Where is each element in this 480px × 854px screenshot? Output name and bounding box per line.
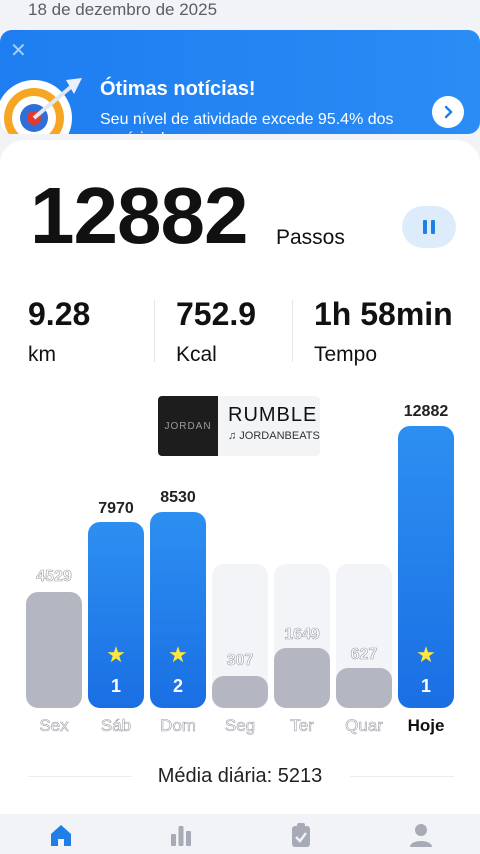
calories-stat: 752.9 Kcal	[176, 296, 256, 367]
bar-value-ter: 1649	[284, 626, 320, 644]
day-label-ter[interactable]: Ter	[274, 716, 330, 736]
time-stat: 1h 58min Tempo	[314, 296, 453, 367]
steps-count: 12882	[30, 171, 248, 260]
bar-quar	[336, 668, 392, 708]
day-label-hoje[interactable]: Hoje	[398, 716, 454, 736]
distance-value: 9.28	[28, 296, 91, 332]
date-label: 18 de dezembro de 2025	[28, 0, 218, 19]
stats-icon[interactable]	[166, 820, 196, 850]
pause-icon	[423, 220, 427, 234]
bar-value-sex: 4529	[36, 568, 72, 586]
day-label-quar[interactable]: Quar	[336, 716, 392, 736]
bar-value-dom: 8530	[160, 489, 196, 506]
star-count-sab: 1	[110, 676, 121, 696]
divider	[154, 300, 155, 362]
day-label-dom[interactable]: Dom	[150, 716, 206, 736]
day-label-sab[interactable]: Sáb	[88, 716, 144, 736]
music-widget[interactable]: JORDAN RUMBLE ♫ JORDANBEATS	[158, 396, 320, 456]
bar-ter	[274, 648, 330, 708]
banner-text: Seu nível de atividade excede 95.4% dos …	[100, 111, 394, 134]
time-unit: Tempo	[314, 343, 378, 366]
bar-sex	[26, 592, 82, 708]
clipboard-icon[interactable]	[286, 820, 316, 850]
home-icon[interactable]	[46, 820, 76, 850]
calories-unit: Kcal	[176, 343, 217, 366]
daily-average: Média diária: 5213	[157, 765, 323, 787]
album-cover: JORDAN	[158, 396, 218, 456]
pause-icon	[431, 220, 435, 234]
banner-title: Ótimas notícias!	[100, 78, 256, 100]
time-value: 1h 58min	[314, 296, 453, 332]
close-icon[interactable]: ✕	[10, 38, 27, 63]
bar-value-quar: 627	[350, 646, 378, 664]
star-icon: ★	[416, 642, 436, 667]
pause-button[interactable]	[402, 206, 456, 248]
distance-stat: 9.28 km	[28, 296, 90, 367]
steps-unit: Passos	[276, 226, 345, 249]
track-artist: ♫ JORDANBEATS	[228, 430, 320, 442]
distance-unit: km	[28, 343, 56, 366]
target-icon	[0, 78, 82, 134]
bar-value-seg: 307	[226, 652, 254, 670]
day-label-sex[interactable]: Sex	[26, 716, 82, 736]
track-title: RUMBLE	[228, 404, 318, 426]
profile-icon[interactable]	[406, 820, 436, 850]
star-count-hoje: 1	[420, 676, 431, 696]
bar-seg	[212, 676, 268, 708]
star-icon: ★	[168, 642, 188, 667]
chevron-right-icon[interactable]	[432, 96, 464, 128]
achievement-banner[interactable]: ✕ Ótimas notícias! Seu nível de atividad…	[0, 30, 480, 134]
bar-value-hoje: 12882	[403, 403, 449, 420]
bottom-nav	[0, 814, 480, 854]
day-label-seg[interactable]: Seg	[212, 716, 268, 736]
bar-value-sab: 7970	[98, 500, 134, 517]
divider	[292, 300, 293, 362]
calories-value: 752.9	[176, 296, 257, 332]
star-icon: ★	[106, 642, 126, 667]
star-count-dom: 2	[172, 676, 183, 696]
